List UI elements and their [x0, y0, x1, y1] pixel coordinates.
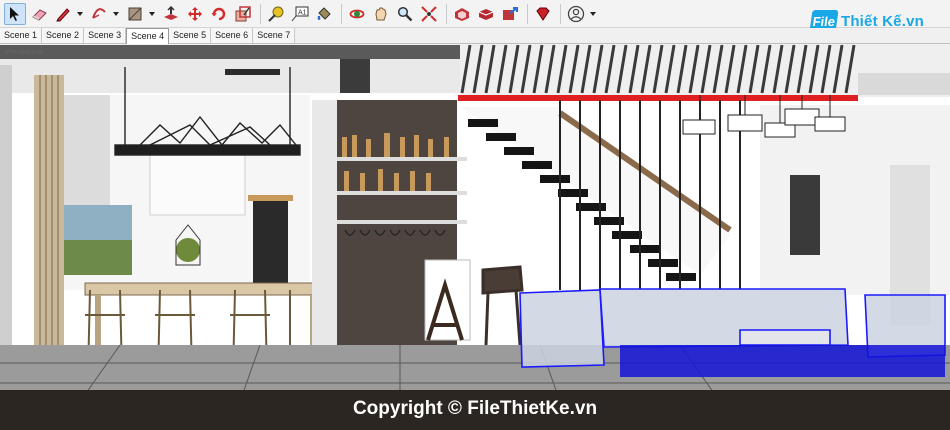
pencil-dropdown-icon[interactable] [76, 3, 84, 25]
select-tool-icon[interactable] [4, 2, 26, 25]
toolbar-separator [527, 3, 528, 24]
pencil-line-tool-icon[interactable] [52, 3, 74, 25]
extension-warehouse-icon[interactable] [475, 3, 497, 25]
red-ceiling-trim [458, 95, 858, 101]
rotate-tool-icon[interactable] [208, 3, 230, 25]
toolbar-separator [446, 3, 447, 24]
tab-scene-7[interactable]: Scene 7 [253, 28, 296, 43]
orbit-tool-icon[interactable] [346, 3, 368, 25]
ruby-console-icon[interactable] [532, 3, 554, 25]
tab-scene-3[interactable]: Scene 3 [84, 28, 127, 43]
tab-scene-2[interactable]: Scene 2 [42, 28, 85, 43]
share-model-icon[interactable] [499, 3, 521, 25]
model-viewport[interactable]: Copyright © FileThietKe.vn Perspective [0, 45, 950, 430]
wood-slat-ceiling [458, 45, 950, 101]
push-pull-tool-icon[interactable] [160, 3, 182, 25]
shape-dropdown-icon[interactable] [148, 3, 156, 25]
bar-stool [481, 265, 524, 346]
interior-scene: Copyright © FileThietKe.vn [0, 45, 950, 430]
svg-text:A1: A1 [298, 9, 307, 16]
3d-warehouse-icon[interactable] [451, 3, 473, 25]
move-tool-icon[interactable] [184, 3, 206, 25]
bar-cabinet [312, 100, 471, 365]
camera-label: Perspective [6, 49, 43, 56]
text-tool-icon[interactable]: A1 [289, 3, 311, 25]
account-icon[interactable] [565, 3, 587, 25]
tab-scene-6[interactable]: Scene 6 [211, 28, 254, 43]
tape-measure-tool-icon[interactable] [265, 3, 287, 25]
arc-tool-icon[interactable] [88, 3, 110, 25]
paint-bucket-tool-icon[interactable] [313, 3, 335, 25]
tab-scene-1[interactable]: Scene 1 [0, 28, 43, 43]
logo-brand: Thiết Kế.vn [840, 12, 924, 30]
zoom-extents-tool-icon[interactable] [418, 3, 440, 25]
tab-scene-5[interactable]: Scene 5 [169, 28, 212, 43]
arc-dropdown-icon[interactable] [112, 3, 120, 25]
toolbar-separator [260, 3, 261, 24]
toolbar-separator [341, 3, 342, 24]
scale-tool-icon[interactable] [232, 3, 254, 25]
range-hood [60, 95, 110, 215]
zoom-tool-icon[interactable] [394, 3, 416, 25]
copyright-watermark: Copyright © FileThietKe.vn [353, 398, 597, 419]
account-dropdown-icon[interactable] [589, 3, 597, 25]
main-toolbar: A1 [0, 0, 950, 28]
pan-tool-icon[interactable] [370, 3, 392, 25]
ceiling-beam [0, 45, 460, 59]
selected-rug [620, 345, 945, 377]
tab-scene-4[interactable]: Scene 4 [126, 28, 170, 44]
refrigerator [253, 195, 288, 285]
toolbar-separator [560, 3, 561, 24]
rectangle-shape-tool-icon[interactable] [124, 3, 146, 25]
eraser-tool-icon[interactable] [28, 3, 50, 25]
scene-tabs: Scene 1 Scene 2 Scene 3 Scene 4 Scene 5 … [0, 28, 950, 44]
